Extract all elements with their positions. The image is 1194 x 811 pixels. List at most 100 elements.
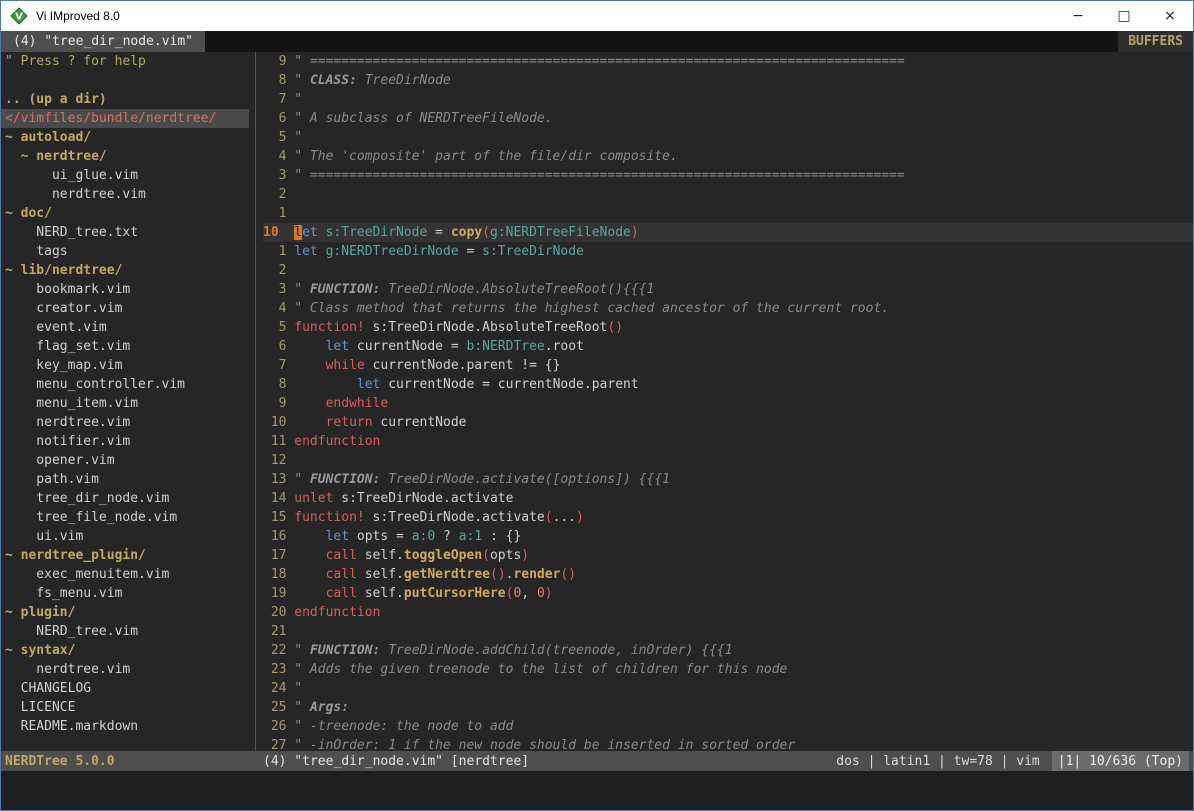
tree-file[interactable]: README.markdown [1, 717, 249, 736]
tree-file[interactable]: ui.vim [1, 527, 249, 546]
tab-tree-dir-node[interactable]: (4) "tree_dir_node.vim" [1, 31, 205, 52]
tree-item[interactable]: </vimfiles/bundle/nerdtree/ [1, 109, 249, 128]
code-line[interactable]: 4" The 'composite' part of the file/dir … [263, 147, 1193, 166]
code-line[interactable]: 2 [263, 261, 1193, 280]
tree-file[interactable]: exec_menuitem.vim [1, 565, 249, 584]
code-line[interactable]: 24" [263, 679, 1193, 698]
line-number: 23 [263, 660, 286, 679]
line-number: 3 [263, 166, 286, 185]
tree-file[interactable]: nerdtree.vim [1, 413, 249, 432]
code-line[interactable]: 3" =====================================… [263, 166, 1193, 185]
code-line-current[interactable]: 10let s:TreeDirNode = copy(g:NERDTreeFil… [263, 223, 1193, 242]
tree-file[interactable]: fs_menu.vim [1, 584, 249, 603]
tree-directory[interactable]: ~ autoload/ [1, 128, 249, 147]
code-line[interactable]: 11endfunction [263, 432, 1193, 451]
line-number: 26 [263, 717, 286, 736]
code-line[interactable]: 6 let currentNode = b:NERDTree.root [263, 337, 1193, 356]
tree-file[interactable]: NERD_tree.txt [1, 223, 249, 242]
tree-directory[interactable]: ~ plugin/ [1, 603, 249, 622]
close-button[interactable]: × [1147, 1, 1193, 31]
tree-file[interactable]: flag_set.vim [1, 337, 249, 356]
code-text: " FUNCTION: TreeDirNode.addChild(treenod… [294, 641, 732, 660]
code-line[interactable]: 14unlet s:TreeDirNode.activate [263, 489, 1193, 508]
statusline-fileinfo: dos | latin1 | tw=78 | vim [836, 754, 1040, 769]
code-line[interactable]: 9" =====================================… [263, 52, 1193, 71]
minimize-button[interactable]: − [1055, 1, 1101, 31]
tree-file[interactable]: notifier.vim [1, 432, 249, 451]
tree-file[interactable]: event.vim [1, 318, 249, 337]
code-line[interactable]: 16 let opts = a:0 ? a:1 : {} [263, 527, 1193, 546]
window-controls: − □ × [1055, 1, 1193, 31]
command-line[interactable] [1, 771, 1193, 810]
code-line[interactable]: 20endfunction [263, 603, 1193, 622]
code-line[interactable]: 7" [263, 90, 1193, 109]
tree-file[interactable]: NERD_tree.vim [1, 622, 249, 641]
code-line[interactable]: 4" Class method that returns the highest… [263, 299, 1193, 318]
tree-file[interactable]: menu_item.vim [1, 394, 249, 413]
tree-directory[interactable]: ~ nerdtree/ [1, 147, 249, 166]
tree-file[interactable]: key_map.vim [1, 356, 249, 375]
statusline-right: dos | latin1 | tw=78 | vim |1| 10/636 (T… [836, 751, 1193, 771]
title-bar[interactable]: V Vi IMproved 8.0 − □ × [1, 1, 1193, 31]
code-line[interactable]: 8" CLASS: TreeDirNode [263, 71, 1193, 90]
code-line[interactable]: 6" A subclass of NERDTreeFileNode. [263, 109, 1193, 128]
code-line[interactable]: 8 let currentNode = currentNode.parent [263, 375, 1193, 394]
code-text: function! s:TreeDirNode.AbsoluteTreeRoot… [294, 318, 623, 337]
code-line[interactable]: 9 endwhile [263, 394, 1193, 413]
code-line[interactable]: 1let g:NERDTreeDirNode = s:TreeDirNode [263, 242, 1193, 261]
nerdtree-status: NERDTree 5.0.0 [1, 754, 263, 769]
code-line[interactable]: 18 call self.getNerdtree().render() [263, 565, 1193, 584]
code-line[interactable]: 10 return currentNode [263, 413, 1193, 432]
code-line[interactable]: 1 [263, 204, 1193, 223]
tree-file[interactable]: tags [1, 242, 249, 261]
tree-file[interactable]: bookmark.vim [1, 280, 249, 299]
tree-directory[interactable]: ~ syntax/ [1, 641, 249, 660]
tree-item[interactable]: .. (up a dir) [1, 90, 249, 109]
code-text: unlet s:TreeDirNode.activate [294, 489, 513, 508]
code-line[interactable]: 22 " FUNCTION: TreeDirNode.addChild(treen… [263, 641, 1193, 660]
code-line[interactable]: 19 call self.putCursorHere(0, 0) [263, 584, 1193, 603]
line-number: 13 [263, 470, 286, 489]
tree-file[interactable]: creator.vim [1, 299, 249, 318]
line-number: 8 [263, 375, 286, 394]
maximize-button[interactable]: □ [1101, 1, 1147, 31]
line-number: 2 [263, 185, 286, 204]
tree-file[interactable]: opener.vim [1, 451, 249, 470]
tree-file[interactable]: tree_file_node.vim [1, 508, 249, 527]
tree-file[interactable]: ui_glue.vim [1, 166, 249, 185]
code-line[interactable]: 27" -inOrder: 1 if the new node should b… [263, 736, 1193, 751]
tree-directory[interactable]: ~ lib/nerdtree/ [1, 261, 249, 280]
tree-file[interactable]: path.vim [1, 470, 249, 489]
code-text: function! s:TreeDirNode.activate(...) [294, 508, 584, 527]
main-split: " Press ? for help.. (up a dir)</vimfile… [1, 52, 1193, 751]
tree-file[interactable]: menu_controller.vim [1, 375, 249, 394]
code-text: " Class method that returns the highest … [294, 299, 889, 318]
code-text: " ======================================… [294, 52, 904, 71]
line-number: 7 [263, 90, 286, 109]
tree-file[interactable]: tree_dir_node.vim [1, 489, 249, 508]
tree-file[interactable]: nerdtree.vim [1, 660, 249, 679]
line-number: 10 [263, 413, 286, 432]
code-line[interactable]: 17 call self.toggleOpen(opts) [263, 546, 1193, 565]
code-line[interactable]: 2 [263, 185, 1193, 204]
code-text: endfunction [294, 432, 380, 451]
code-line[interactable]: 15function! s:TreeDirNode.activate(...) [263, 508, 1193, 527]
code-line[interactable]: 12 [263, 451, 1193, 470]
code-line[interactable]: 7 while currentNode.parent != {} [263, 356, 1193, 375]
tree-directory[interactable]: ~ doc/ [1, 204, 249, 223]
tree-file[interactable]: nerdtree.vim [1, 185, 249, 204]
code-line[interactable]: 3" FUNCTION: TreeDirNode.AbsoluteTreeRoo… [263, 280, 1193, 299]
code-line[interactable]: 23" Adds the given treenode to the list … [263, 660, 1193, 679]
tree-directory[interactable]: ~ nerdtree_plugin/ [1, 546, 249, 565]
window-separator[interactable] [249, 52, 263, 751]
code-line[interactable]: 5" [263, 128, 1193, 147]
tree-file[interactable]: CHANGELOG [1, 679, 249, 698]
code-line[interactable]: 21 [263, 622, 1193, 641]
tree-file[interactable]: LICENCE [1, 698, 249, 717]
code-line[interactable]: 25" Args: [263, 698, 1193, 717]
code-line[interactable]: 26" -treenode: the node to add [263, 717, 1193, 736]
code-text: endfunction [294, 603, 380, 622]
code-line[interactable]: 13" FUNCTION: TreeDirNode.activate([opti… [263, 470, 1193, 489]
code-line[interactable]: 5function! s:TreeDirNode.AbsoluteTreeRoo… [263, 318, 1193, 337]
line-number: 22 [263, 641, 286, 660]
